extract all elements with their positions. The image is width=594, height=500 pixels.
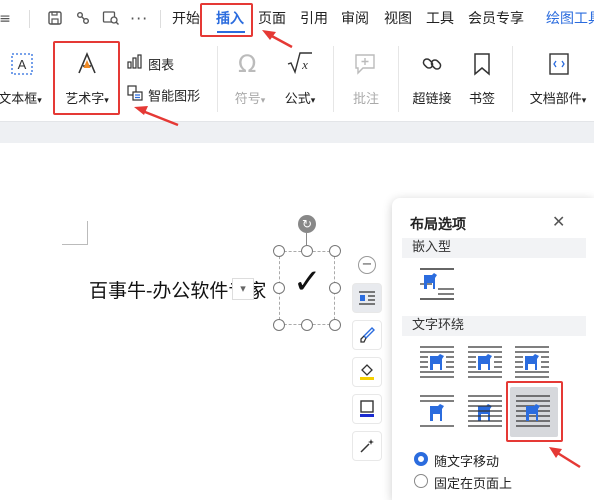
annotation-arrow-panel [549,447,581,469]
app-window: ≡ ··· 开始 插入 页面 引用 审阅 视图 工具 会员专享 绘图工具 A [0,0,594,500]
